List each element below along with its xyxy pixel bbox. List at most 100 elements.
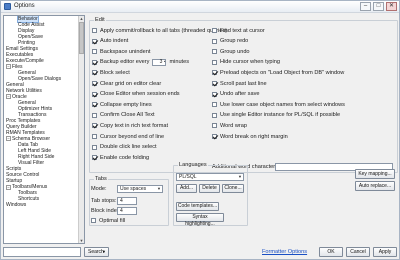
edit-option-row[interactable]: Close Editor when session ends xyxy=(92,91,180,98)
tree-item-label: Windows xyxy=(6,202,27,209)
option-checkbox[interactable] xyxy=(212,49,217,55)
edit-option-row[interactable]: Backspace unindent xyxy=(92,48,150,55)
option-checkbox[interactable] xyxy=(92,91,97,97)
option-label: Clear grid on editor clear xyxy=(100,80,162,87)
tree-expander-icon[interactable]: − xyxy=(6,184,11,190)
scroll-down-arrow-icon[interactable]: ▼ xyxy=(79,238,84,243)
options-window: Options – □ ✕ ▲ ▼ Behavior Code Assist Dis… xyxy=(0,0,400,260)
option-checkbox[interactable] xyxy=(212,91,217,97)
edit-option-row[interactable]: Group redo xyxy=(212,38,248,45)
languages-group-label: Languages xyxy=(178,162,208,168)
backup-minutes-stepper[interactable]: 3 xyxy=(152,58,167,66)
edit-group-label: Edit xyxy=(94,17,106,23)
add-language-button[interactable]: Add... xyxy=(176,184,197,193)
tree-expander-icon[interactable]: − xyxy=(6,136,11,142)
tree-expander-icon[interactable]: − xyxy=(6,94,11,100)
minimize-button[interactable]: – xyxy=(360,2,371,11)
option-label: Enable code folding xyxy=(100,154,150,161)
title-bar: Options – □ ✕ xyxy=(1,1,399,13)
option-label: Use single Editor instance for PL/SQL if… xyxy=(220,112,341,119)
edit-option-row[interactable]: Confirm Close All Text xyxy=(92,112,155,119)
option-checkbox[interactable] xyxy=(92,112,97,118)
option-label: Group undo xyxy=(220,48,250,55)
edit-option-row[interactable]: Hide cursor when typing xyxy=(212,59,280,66)
edit-option-row[interactable]: Collapse empty lines xyxy=(92,101,152,108)
option-label: Copy text in rich text format xyxy=(100,122,169,129)
cancel-button[interactable]: Cancel xyxy=(346,247,370,257)
edit-option-row[interactable]: Double click line select xyxy=(92,144,157,151)
option-label: Scroll past last line xyxy=(220,80,267,87)
option-checkbox[interactable] xyxy=(212,28,217,33)
option-label: Hide cursor when typing xyxy=(220,59,281,66)
option-label: Backspace unindent xyxy=(100,48,151,55)
formatter-options-link[interactable]: Formatter Options xyxy=(262,249,307,255)
option-label: Backup editor every xyxy=(100,59,150,66)
edit-option-row[interactable]: Backup editor every3minutes xyxy=(92,58,189,66)
auto-replace-button[interactable]: Auto replace... xyxy=(355,181,395,191)
option-checkbox[interactable] xyxy=(212,59,217,65)
chevron-down-icon: ▼ xyxy=(157,186,161,191)
option-checkbox[interactable] xyxy=(212,70,217,76)
option-checkbox[interactable] xyxy=(212,81,217,86)
optimal-fill-row[interactable]: Optimal fill xyxy=(91,217,125,224)
apply-button[interactable]: Apply xyxy=(373,247,397,257)
option-checkbox[interactable] xyxy=(92,134,97,139)
option-checkbox[interactable] xyxy=(92,144,97,150)
tab-stops-input[interactable]: 4 xyxy=(117,197,137,205)
option-checkbox[interactable] xyxy=(212,123,217,129)
edit-option-row[interactable]: Auto indent xyxy=(92,38,128,45)
optimal-fill-label: Optimal fill xyxy=(99,217,126,224)
option-label: Block select xyxy=(100,69,130,76)
option-checkbox[interactable] xyxy=(92,123,97,129)
edit-option-row[interactable]: Find text at cursor xyxy=(212,27,265,34)
delete-language-button[interactable]: Delete xyxy=(199,184,220,193)
close-button[interactable]: ✕ xyxy=(386,2,397,11)
edit-option-row[interactable]: Apply commit/rollback to all tabs (threa… xyxy=(92,27,227,34)
ok-button[interactable]: OK xyxy=(319,247,343,257)
option-checkbox[interactable] xyxy=(92,102,97,108)
edit-option-row[interactable]: Group undo xyxy=(212,48,250,55)
option-checkbox[interactable] xyxy=(212,134,217,139)
options-tree[interactable]: ▲ ▼ Behavior Code Assist Display Open/Save P… xyxy=(3,15,85,244)
language-select[interactable]: PL/SQL ▼ xyxy=(176,173,244,181)
tab-mode-select[interactable]: Use spaces ▼ xyxy=(117,185,163,193)
chevron-down-icon: ▼ xyxy=(102,249,106,254)
tree-expander-icon[interactable]: − xyxy=(6,64,11,70)
edit-option-row[interactable]: Word break on right margin xyxy=(212,133,288,140)
option-checkbox[interactable] xyxy=(92,81,97,86)
app-icon xyxy=(4,3,11,10)
edit-option-row[interactable]: Word wrap xyxy=(212,122,247,129)
block-indent-input[interactable]: 4 xyxy=(117,207,137,215)
edit-option-row[interactable]: Use single Editor instance for PL/SQL if… xyxy=(212,112,340,119)
option-checkbox[interactable] xyxy=(92,155,97,161)
edit-option-row[interactable]: Cursor beyond end of line xyxy=(92,133,164,140)
code-templates-button[interactable]: Code templates... xyxy=(176,202,219,211)
edit-option-row[interactable]: Block select xyxy=(92,69,130,76)
option-checkbox[interactable] xyxy=(212,38,217,44)
syntax-highlighting-button[interactable]: Syntax highlighting... xyxy=(176,213,224,227)
option-checkbox[interactable] xyxy=(92,49,97,55)
edit-option-row[interactable]: Enable code folding xyxy=(92,154,149,161)
edit-option-row[interactable]: Use lower case object names from select … xyxy=(212,101,345,108)
chevron-down-icon: ▼ xyxy=(238,174,242,179)
optimal-fill-checkbox[interactable] xyxy=(91,218,96,223)
option-checkbox[interactable] xyxy=(212,112,217,118)
tree-item[interactable]: Windows xyxy=(4,202,84,208)
option-checkbox[interactable] xyxy=(212,102,217,108)
search-button[interactable]: Search ▼ xyxy=(84,247,109,257)
edit-option-row[interactable]: Scroll past last line xyxy=(212,80,267,87)
option-label: Word wrap xyxy=(220,122,247,129)
edit-option-row[interactable]: Copy text in rich text format xyxy=(92,122,168,129)
language-value: PL/SQL xyxy=(179,174,197,180)
option-checkbox[interactable] xyxy=(92,38,97,44)
option-checkbox[interactable] xyxy=(92,59,97,65)
options-search-input[interactable] xyxy=(3,247,81,257)
option-checkbox[interactable] xyxy=(92,28,97,33)
clone-language-button[interactable]: Clone... xyxy=(222,184,244,193)
maximize-button[interactable]: □ xyxy=(373,2,384,11)
edit-option-row[interactable]: Undo after save xyxy=(212,91,260,98)
option-checkbox[interactable] xyxy=(92,70,97,76)
key-mapping-button[interactable]: Key mapping... xyxy=(355,169,395,179)
edit-option-row[interactable]: Preload objects on "Load Object from DB"… xyxy=(212,69,344,76)
edit-option-row[interactable]: Clear grid on editor clear xyxy=(92,80,161,87)
